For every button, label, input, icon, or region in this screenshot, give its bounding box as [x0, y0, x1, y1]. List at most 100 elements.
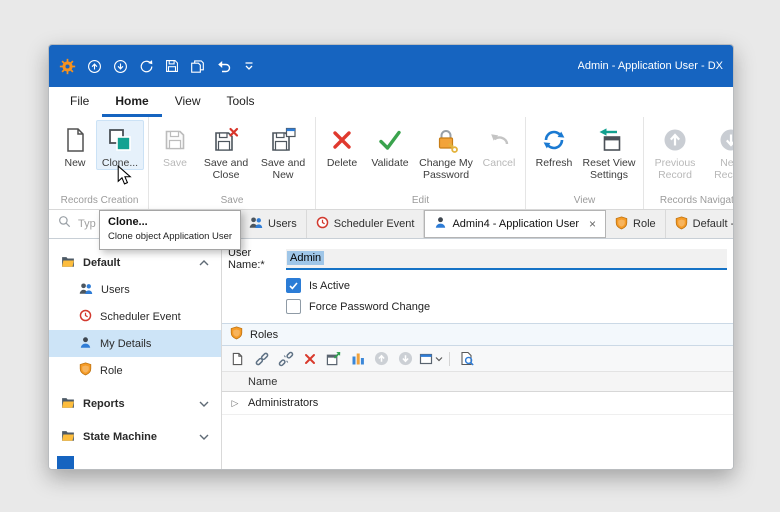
doc-tab-scheduler-event[interactable]: Scheduler Event	[307, 210, 425, 238]
roles-delete-button[interactable]	[299, 349, 320, 368]
qat-customize-chevron-icon[interactable]	[243, 60, 255, 72]
qat-next-record-icon[interactable]	[113, 59, 128, 74]
ribbon-group-edit: Delete Validate	[315, 117, 525, 209]
username-row: User Name:* Admin	[228, 246, 727, 272]
force-password-change-label: Force Password Change	[309, 301, 430, 313]
qat-save-icon[interactable]	[165, 59, 179, 73]
clone-button[interactable]: Clone...	[96, 120, 144, 170]
window-title: Admin - Application User - DX	[578, 60, 724, 72]
users-icon	[79, 282, 93, 298]
user-icon	[434, 216, 447, 232]
is-active-checkbox[interactable]	[286, 278, 301, 293]
save-and-close-button[interactable]: Save and Close	[198, 120, 254, 183]
roles-header-label: Roles	[250, 329, 278, 341]
qat-refresh-icon[interactable]	[139, 59, 154, 74]
username-field[interactable]: Admin	[286, 249, 727, 270]
save-and-close-icon	[213, 125, 239, 155]
columns-chart-button[interactable]	[347, 349, 368, 368]
refresh-icon	[541, 125, 567, 155]
new-document-icon	[63, 125, 87, 155]
next-record-button[interactable]: Next Record	[703, 120, 734, 183]
reset-view-settings-button[interactable]: Reset View Settings	[579, 120, 639, 183]
doc-tab-default-role[interactable]: Default - Role	[666, 210, 733, 238]
ribbon-group-label: Edit	[320, 193, 521, 209]
move-up-button[interactable]	[371, 349, 392, 368]
ribbon-group-label: Records Navigation	[648, 193, 734, 209]
save-and-new-button[interactable]: Save and New	[255, 120, 311, 183]
delete-x-icon	[330, 125, 354, 155]
save-button[interactable]: Save	[153, 120, 197, 170]
roles-new-button[interactable]	[227, 349, 248, 368]
search-placeholder: Typ	[78, 218, 96, 230]
link-button[interactable]	[251, 349, 272, 368]
force-password-change-row: Force Password Change	[286, 299, 727, 314]
open-window-button[interactable]	[323, 349, 344, 368]
new-button[interactable]: New	[55, 120, 95, 170]
nav-item-scheduler-event[interactable]: Scheduler Event	[49, 303, 221, 330]
ribbon-group-view: Refresh Reset View Settings	[525, 117, 643, 209]
delete-button[interactable]: Delete	[320, 120, 364, 170]
doc-tab-admin4-application-user[interactable]: Admin4 - Application User ×	[424, 210, 606, 238]
doc-tab-users[interactable]: Users	[240, 210, 307, 238]
app-gear-icon[interactable]	[59, 58, 76, 75]
nav-group-state-machine[interactable]: State Machine	[49, 423, 221, 450]
search-icon	[58, 215, 71, 233]
validate-button[interactable]: Validate	[365, 120, 415, 170]
is-active-label: Is Active	[309, 280, 350, 292]
username-value: Admin	[287, 251, 324, 265]
refresh-button[interactable]: Refresh	[530, 120, 578, 170]
role-shield-icon	[615, 216, 628, 233]
is-active-row: Is Active	[286, 278, 727, 293]
tab-view[interactable]: View	[162, 87, 214, 117]
tooltip-title: Clone...	[108, 216, 232, 228]
folder-icon	[61, 429, 75, 445]
nav-group-default[interactable]: Default	[49, 249, 221, 276]
chevron-down-icon	[435, 356, 443, 362]
main-area: Default Users	[49, 239, 733, 469]
qat-previous-record-icon[interactable]	[87, 59, 102, 74]
table-row[interactable]: ▷ Administrators	[222, 392, 733, 415]
users-icon	[249, 216, 263, 232]
previous-record-button[interactable]: Previous Record	[648, 120, 702, 183]
doc-tab-role[interactable]: Role	[606, 210, 666, 238]
close-icon[interactable]: ×	[589, 218, 596, 230]
app-window: Admin - Application User - DX File Home …	[48, 44, 734, 470]
tab-home[interactable]: Home	[102, 87, 161, 117]
cancel-undo-icon	[487, 125, 511, 155]
ribbon-group-records-navigation: Previous Record Next Record Records Navi…	[643, 117, 734, 209]
cancel-button[interactable]: Cancel	[477, 120, 521, 170]
ribbon-group-records-creation: New Clone... Records Creation	[51, 117, 148, 209]
tab-file[interactable]: File	[57, 87, 102, 117]
chevron-down-icon	[199, 398, 209, 410]
nav-item-users[interactable]: Users	[49, 276, 221, 303]
nav-group-reports[interactable]: Reports	[49, 390, 221, 417]
role-shield-icon	[230, 326, 243, 343]
reset-view-icon	[596, 125, 622, 155]
nav-item-role[interactable]: Role	[49, 357, 221, 384]
user-icon	[79, 336, 92, 352]
roles-group-header: Roles	[222, 323, 733, 346]
unlink-button[interactable]	[275, 349, 296, 368]
move-down-button[interactable]	[395, 349, 416, 368]
toolbar-separator	[449, 352, 450, 366]
scheduler-clock-icon	[79, 309, 92, 325]
status-accent	[57, 456, 74, 469]
folder-icon	[61, 396, 75, 412]
role-shield-icon	[79, 362, 92, 379]
find-button[interactable]	[456, 349, 477, 368]
tab-tools[interactable]: Tools	[213, 87, 267, 117]
folder-icon	[61, 255, 75, 271]
role-shield-icon	[675, 216, 688, 233]
previous-record-circle-icon	[662, 125, 688, 155]
grid-column-name[interactable]: Name	[222, 376, 277, 388]
row-expander-icon[interactable]: ▷	[222, 398, 248, 409]
window-dropdown-button[interactable]	[419, 349, 443, 368]
qat-undo-icon[interactable]	[216, 58, 232, 74]
change-password-button[interactable]: Change My Password	[416, 120, 476, 183]
force-password-change-checkbox[interactable]	[286, 299, 301, 314]
ribbon-group-label: Records Creation	[55, 193, 144, 209]
qat-save-and-close-icon[interactable]	[190, 59, 205, 74]
nav-item-my-details[interactable]: My Details	[49, 330, 221, 357]
clone-icon	[107, 125, 133, 155]
next-record-circle-icon	[718, 125, 734, 155]
